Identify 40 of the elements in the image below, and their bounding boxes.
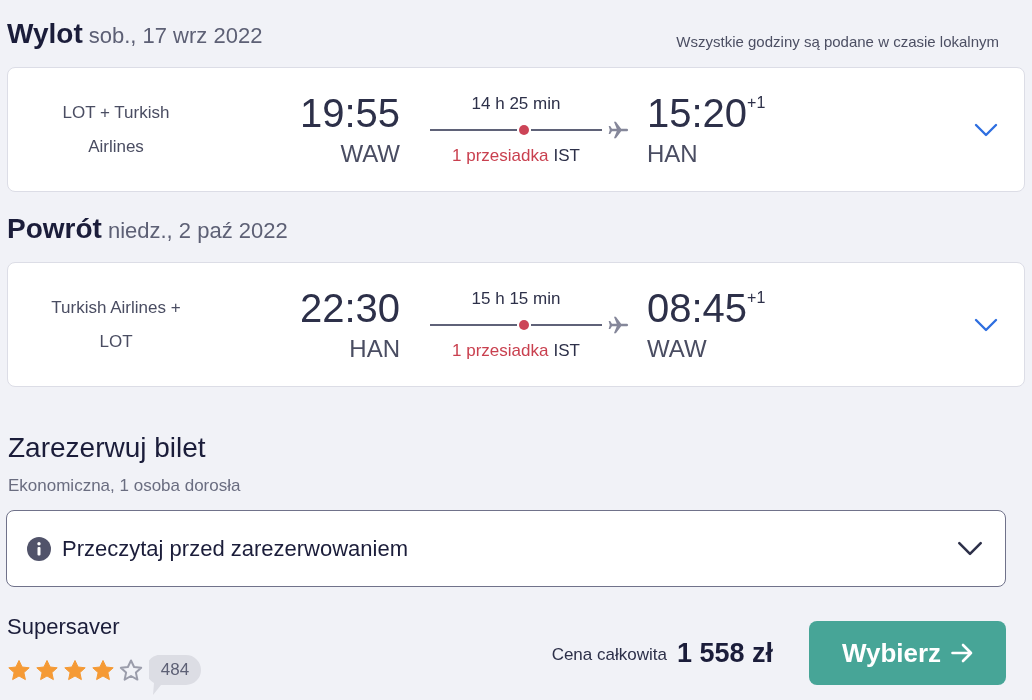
booking-title: Zarezerwuj bilet	[8, 431, 207, 465]
stopover-airport: IST	[553, 339, 580, 362]
departure-time: 19:55	[299, 90, 400, 135]
filled-star-icon	[91, 659, 115, 683]
arrival-time: 08:45	[647, 285, 748, 330]
flight-duration: 14 h 25 min	[470, 92, 562, 115]
price-label: Cena całkowita	[551, 644, 667, 667]
leg-title: Wylot	[7, 17, 83, 51]
fare-name: Supersaver	[7, 613, 121, 641]
airline-name: Turkish Airlines + LOT	[50, 296, 182, 353]
arrival-airport: HAN	[647, 138, 698, 169]
departure-time: 22:30	[299, 285, 400, 330]
filled-star-icon	[63, 659, 87, 683]
departure-airport: WAW	[340, 138, 400, 169]
flight-duration: 15 h 15 min	[470, 287, 562, 310]
airplane-icon	[608, 315, 629, 334]
stops-count: 1 przesiadka	[452, 339, 549, 362]
arrival-airport: WAW	[647, 333, 707, 364]
total-price: 1 558 zł	[676, 636, 773, 670]
leg-title: Powrót	[7, 212, 102, 246]
leg-date: sob., 17 wrz 2022	[88, 22, 263, 50]
arrival-time: 15:20	[647, 90, 748, 135]
stopover-airport: IST	[553, 144, 580, 167]
arrow-right-icon	[951, 643, 974, 663]
day-offset: +1	[747, 92, 766, 111]
timezone-note: Wszystkie godziny są podane w czasie lokalnym	[676, 32, 999, 52]
info-icon	[27, 536, 51, 561]
filled-star-icon	[7, 659, 31, 683]
notice-label: Przeczytaj przed zarezerwowaniem	[62, 535, 410, 563]
airplane-icon	[608, 120, 629, 139]
empty-star-icon	[119, 659, 143, 683]
leg-date: niedz., 2 paź 2022	[107, 217, 288, 245]
airline-name: LOT + Turkish Airlines	[61, 101, 171, 158]
booking-subtitle: Ekonomiczna, 1 osoba dorosła	[8, 475, 242, 497]
notice-dropdown[interactable]: Przeczytaj przed zarezerwowaniem	[6, 510, 1006, 587]
review-count: 484	[149, 655, 201, 695]
filled-star-icon	[35, 659, 59, 683]
departure-airport: HAN	[349, 333, 400, 364]
stops-count: 1 przesiadka	[452, 144, 549, 167]
day-offset: +1	[747, 287, 766, 306]
